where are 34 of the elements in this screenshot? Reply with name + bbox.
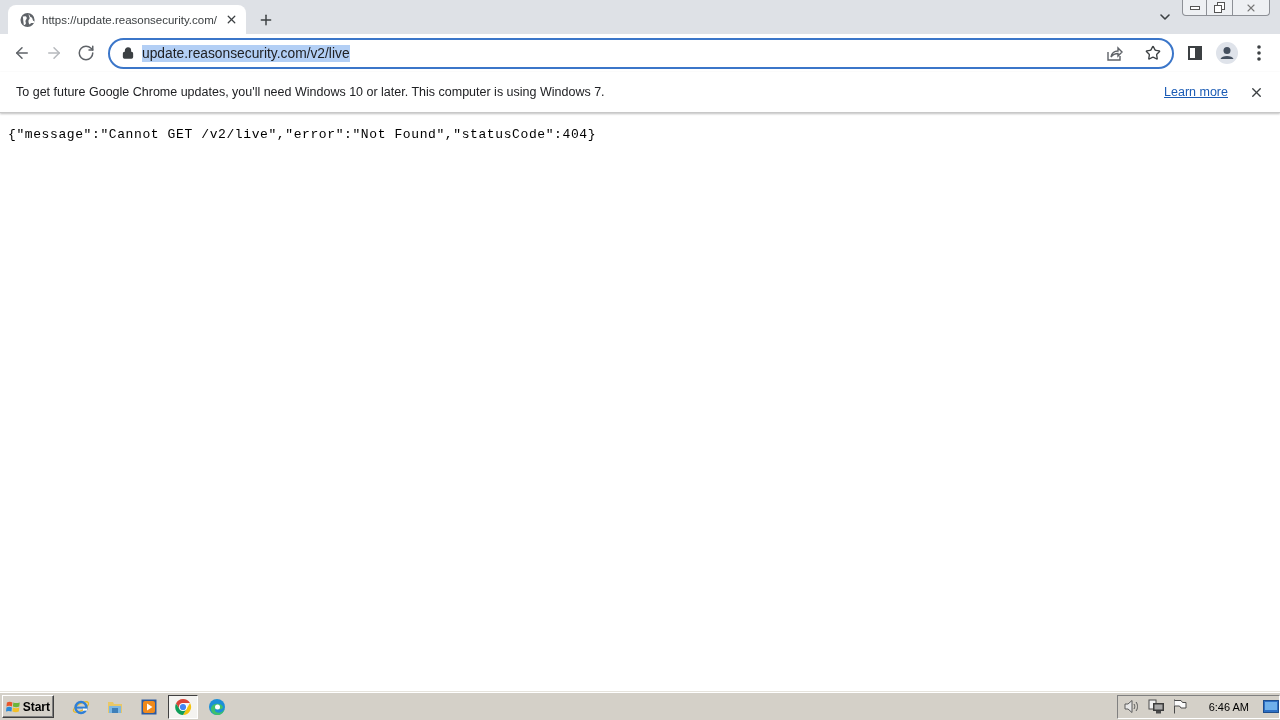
reload-icon xyxy=(77,44,95,62)
restore-button[interactable] xyxy=(1206,0,1233,16)
network-computer-icon xyxy=(1147,699,1165,714)
show-desktop-icon xyxy=(1263,700,1279,713)
speaker-icon xyxy=(1123,699,1140,714)
ring-logo-icon xyxy=(174,697,192,716)
play-icon xyxy=(141,698,157,715)
globe-icon xyxy=(20,11,36,28)
swirl-logo-icon xyxy=(208,697,226,716)
star-icon xyxy=(1145,45,1161,61)
taskbar-app-button[interactable] xyxy=(168,694,198,719)
json-response-text: {"message":"Cannot GET /v2/live","error":"Not Found","statusCode":404} xyxy=(8,127,597,142)
minimize-button[interactable] xyxy=(1182,0,1207,16)
profile-avatar-icon xyxy=(1216,42,1238,64)
profile-button[interactable] xyxy=(1213,39,1241,67)
clock-text: 6:46 AM xyxy=(1208,700,1249,713)
infobar-message: To get future Google Chrome updates, you'll need Windows 10 or later. This computer is using Windows 7. xyxy=(16,85,605,99)
windows-flag-icon xyxy=(6,699,21,714)
close-icon xyxy=(225,13,238,26)
side-panel-icon xyxy=(1188,46,1202,60)
plus-icon xyxy=(258,12,274,28)
browser-tab[interactable]: https://update.reasonsecurity.com/ xyxy=(8,5,246,34)
restore-icon xyxy=(1214,2,1225,13)
url-text: update.reasonsecurity.com/v2/live xyxy=(142,44,350,62)
minimize-icon xyxy=(1189,5,1200,10)
start-button[interactable]: Start xyxy=(2,695,54,718)
menu-icon xyxy=(1257,45,1261,61)
learn-more-link[interactable]: Learn more xyxy=(1164,85,1228,99)
forward-arrow-icon xyxy=(45,44,63,62)
address-bar[interactable]: update.reasonsecurity.com/v2/live xyxy=(108,37,1174,69)
share-icon xyxy=(1107,45,1123,61)
tab-title: https://update.reasonsecurity.com/ xyxy=(42,13,217,26)
lock-icon xyxy=(122,47,134,59)
flag-icon xyxy=(1172,699,1187,714)
